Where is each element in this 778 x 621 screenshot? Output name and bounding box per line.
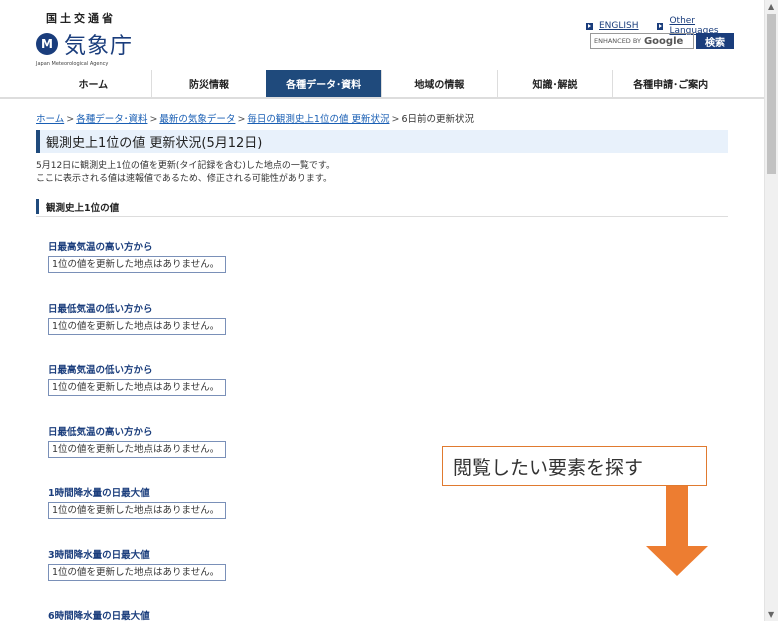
- ministry-label: 国土交通省: [46, 12, 116, 25]
- block-title: 日最低気温の高い方から: [48, 427, 153, 438]
- breadcrumb-data[interactable]: 各種データ･資料: [76, 114, 147, 125]
- block-title: 3時間降水量の日最大値: [48, 550, 150, 561]
- search-powered-by: ENHANCED BY: [594, 37, 641, 45]
- nav-knowledge[interactable]: 知識･解説: [496, 70, 613, 97]
- breadcrumb-current: 6日前の更新状況: [401, 114, 474, 125]
- intro-line-1: 5月12日に観測史上1位の値を更新(タイ記録を含む)した地点の一覧です。: [36, 161, 336, 171]
- english-link-label: ENGLISH: [599, 21, 639, 31]
- page-title: 観測史上1位の値 更新状況(5月12日): [36, 130, 728, 153]
- no-update-message: 1位の値を更新した地点はありません。: [48, 256, 227, 273]
- scroll-down-icon[interactable]: ▼: [768, 610, 774, 619]
- block-title: 日最高気温の低い方から: [48, 365, 153, 376]
- breadcrumb-separator: >: [149, 114, 158, 125]
- jma-emblem-icon: M: [36, 33, 58, 55]
- breadcrumb: ホーム > 各種データ･資料 > 最新の気象データ > 毎日の観測史上1位の値 更新状況 >6…: [36, 111, 474, 125]
- down-arrow-icon: [646, 486, 708, 576]
- nav-home[interactable]: ホーム: [36, 70, 151, 97]
- breadcrumb-separator: >: [66, 114, 75, 125]
- site-search: ENHANCED BY Google 検索: [590, 33, 734, 49]
- agency-name: 気象庁: [64, 34, 134, 59]
- search-brand: Google: [643, 35, 684, 47]
- breadcrumb-home[interactable]: ホーム: [36, 114, 64, 125]
- record-block: 日最低気温の高い方から 1位の値を更新した地点はありません。: [48, 424, 227, 458]
- agency-english-name: Japan Meteorological Agency: [36, 61, 109, 67]
- search-button[interactable]: 検索: [696, 33, 734, 49]
- scroll-up-icon[interactable]: ▲: [768, 2, 774, 11]
- nav-regional-info[interactable]: 地域の情報: [381, 70, 497, 97]
- breadcrumb-daily-records[interactable]: 毎日の観測史上1位の値 更新状況: [247, 114, 389, 125]
- block-title: 日最低気温の低い方から: [48, 304, 153, 315]
- no-update-message: 1位の値を更新した地点はありません。: [48, 441, 227, 458]
- nav-applications[interactable]: 各種申請･ご案内: [612, 70, 728, 97]
- breadcrumb-separator: >: [391, 114, 400, 125]
- block-title: 6時間降水量の日最大値: [48, 611, 150, 621]
- intro-line-2: ここに表示される値は速報値であるため、修正される可能性があります。: [36, 174, 333, 184]
- section-title: 観測史上1位の値: [36, 199, 728, 214]
- breadcrumb-latest-weather[interactable]: 最新の気象データ: [159, 114, 235, 125]
- block-title: 1時間降水量の日最大値: [48, 488, 150, 499]
- record-block: 3時間降水量の日最大値 1位の値を更新した地点はありません。: [48, 547, 227, 581]
- annotation-callout: 閲覧したい要素を探す: [442, 446, 707, 486]
- no-update-message: 1位の値を更新した地点はありません。: [48, 564, 227, 581]
- vertical-scrollbar[interactable]: ▲ ▼: [764, 0, 778, 621]
- nav-data[interactable]: 各種データ･資料: [266, 70, 382, 97]
- jma-logo[interactable]: 国土交通省 M 気象庁 Japan Meteorological Agency: [36, 10, 133, 67]
- nav-divider: [0, 97, 764, 99]
- record-block: 6時間降水量の日最大値: [48, 608, 150, 621]
- record-block: 日最低気温の低い方から 1位の値を更新した地点はありません。: [48, 301, 227, 335]
- block-title: 日最高気温の高い方から: [48, 242, 153, 253]
- no-update-message: 1位の値を更新した地点はありません。: [48, 318, 227, 335]
- browser-viewport: 国土交通省 M 気象庁 Japan Meteorological Agency …: [0, 0, 764, 621]
- scrollbar-thumb[interactable]: [767, 14, 776, 174]
- nav-disaster-info[interactable]: 防災情報: [150, 70, 267, 97]
- global-nav: ホーム 防災情報 各種データ･資料 地域の情報 知識･解説 各種申請･ご案内: [36, 70, 728, 97]
- no-update-message: 1位の値を更新した地点はありません。: [48, 379, 227, 396]
- record-block: 日最高気温の高い方から 1位の値を更新した地点はありません。: [48, 239, 227, 273]
- arrow-bullet-icon: [586, 22, 593, 30]
- no-update-message: 1位の値を更新した地点はありません。: [48, 502, 227, 519]
- record-block: 1時間降水量の日最大値 1位の値を更新した地点はありません。: [48, 485, 227, 519]
- section-heading: 観測史上1位の値: [36, 198, 728, 217]
- search-input[interactable]: ENHANCED BY Google: [590, 33, 694, 49]
- arrow-bullet-icon: [656, 22, 664, 30]
- breadcrumb-separator: >: [237, 114, 246, 125]
- record-block: 日最高気温の低い方から 1位の値を更新した地点はありません。: [48, 362, 227, 396]
- intro-text: 5月12日に観測史上1位の値を更新(タイ記録を含む)した地点の一覧です。 ここに…: [36, 160, 335, 186]
